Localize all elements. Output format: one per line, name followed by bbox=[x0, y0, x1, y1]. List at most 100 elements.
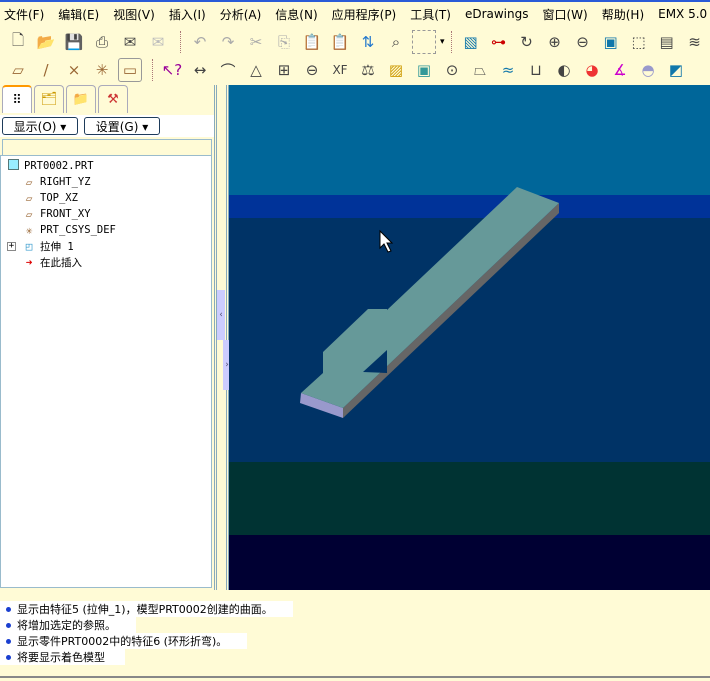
email-link-icon[interactable]: ✉ bbox=[146, 30, 170, 54]
copy-icon[interactable]: ⎘ bbox=[272, 30, 296, 54]
menu-insert[interactable]: 插入(I) bbox=[169, 6, 206, 23]
find-icon[interactable]: ⌕ bbox=[384, 30, 408, 54]
selection-dropdown-icon[interactable]: ▾ bbox=[440, 37, 445, 47]
part-icon bbox=[5, 159, 21, 173]
tree-item[interactable]: ▱ RIGHT_YZ bbox=[1, 174, 211, 190]
model-tree-icon: ⠿ bbox=[12, 92, 22, 108]
tree-item-label: 在此插入 bbox=[40, 256, 82, 269]
draft-check-icon[interactable]: ⏢ bbox=[468, 58, 492, 82]
menu-edrawings[interactable]: eDrawings bbox=[465, 7, 529, 21]
measure-angle-icon[interactable]: △ bbox=[244, 58, 268, 82]
menu-emx[interactable]: EMX 5.0 bbox=[658, 7, 707, 21]
menu-info[interactable]: 信息(N) bbox=[275, 6, 317, 23]
settings-dropdown[interactable]: 设置(G) ▾ bbox=[84, 117, 160, 135]
toolbar-separator bbox=[180, 31, 182, 53]
save-icon[interactable]: 💾 bbox=[62, 30, 86, 54]
tree-root-label: PRT0002.PRT bbox=[24, 160, 94, 172]
datum-axis-display-icon[interactable]: / bbox=[34, 58, 58, 82]
bullet-icon bbox=[6, 606, 11, 612]
xsection-mass-icon[interactable]: ▨ bbox=[384, 58, 408, 82]
dihedral-angle-icon[interactable]: ∡ bbox=[608, 58, 632, 82]
graphics-viewport[interactable] bbox=[229, 85, 710, 590]
menu-file[interactable]: 文件(F) bbox=[4, 6, 44, 23]
menu-tools[interactable]: 工具(T) bbox=[410, 6, 451, 23]
datum-point-display-icon[interactable]: × bbox=[62, 58, 86, 82]
menu-applications[interactable]: 应用程序(P) bbox=[332, 6, 397, 23]
redo-icon[interactable]: ↷ bbox=[216, 30, 240, 54]
print-icon[interactable]: ⎙ bbox=[90, 30, 114, 54]
favorites-tab[interactable]: 📁 bbox=[66, 85, 96, 113]
tree-item[interactable]: ▱ TOP_XZ bbox=[1, 190, 211, 206]
menu-edit[interactable]: 编辑(E) bbox=[58, 6, 99, 23]
paste-special-icon[interactable]: 📋 bbox=[328, 30, 352, 54]
pairs-clearance-icon[interactable]: ⊙ bbox=[440, 58, 464, 82]
spin-center-icon[interactable]: ⊶ bbox=[487, 30, 511, 54]
mass-properties-icon[interactable]: ⚖ bbox=[356, 58, 380, 82]
annotation-display-icon[interactable]: ▭ bbox=[118, 58, 142, 82]
datum-plane-icon: ▱ bbox=[25, 175, 33, 189]
shaded-curvature-icon[interactable]: ◐ bbox=[552, 58, 576, 82]
zoom-in-icon[interactable]: ⊕ bbox=[543, 30, 567, 54]
datum-plane-icon: ▱ bbox=[25, 191, 33, 205]
tree-root[interactable]: PRT0002.PRT bbox=[1, 158, 211, 174]
menu-help[interactable]: 帮助(H) bbox=[602, 6, 644, 23]
message-area: 显示由特征5 (拉伸_1)，模型PRT0002创建的曲面。 将增加选定的参照。 … bbox=[0, 598, 710, 678]
favorites-folder-icon: 📁 bbox=[72, 92, 90, 107]
tools-folder-icon: ⚒ bbox=[107, 92, 119, 107]
message-line: 将要显示着色模型 bbox=[0, 649, 125, 665]
refit-icon[interactable]: ▣ bbox=[599, 30, 623, 54]
menu-analysis[interactable]: 分析(A) bbox=[220, 6, 262, 23]
datum-plane-display-icon[interactable]: ▱ bbox=[6, 58, 30, 82]
model-tree: PRT0002.PRT ▱ RIGHT_YZ ▱ TOP_XZ ▱ FRONT_XY … bbox=[0, 155, 212, 588]
panel-splitter[interactable]: ‹ › bbox=[214, 85, 231, 590]
expand-icon[interactable]: + bbox=[7, 241, 16, 251]
measure-length-icon[interactable]: ⌒ bbox=[216, 58, 240, 82]
show-dropdown[interactable]: 显示(O) ▾ bbox=[2, 117, 78, 135]
menu-view[interactable]: 视图(V) bbox=[113, 6, 155, 23]
tree-item-label: PRT_CSYS_DEF bbox=[40, 224, 116, 236]
measure-distance-icon[interactable]: ↔ bbox=[188, 58, 212, 82]
measure-area-icon[interactable]: ⊞ bbox=[272, 58, 296, 82]
regenerate-icon[interactable]: ⇅ bbox=[356, 30, 380, 54]
tree-item-label: FRONT_XY bbox=[40, 208, 91, 220]
transform-icon[interactable]: XF bbox=[328, 58, 352, 82]
collapse-left-icon[interactable]: ‹ bbox=[217, 290, 225, 340]
section-icon[interactable]: ⊔ bbox=[524, 58, 548, 82]
tree-item[interactable]: + ◰ 拉伸 1 bbox=[1, 238, 211, 254]
reorient-icon[interactable]: ⬚ bbox=[627, 30, 651, 54]
measure-diameter-icon[interactable]: ⊖ bbox=[300, 58, 324, 82]
new-file-icon[interactable]: 🗋 bbox=[6, 30, 30, 54]
repaint-icon[interactable]: ▧ bbox=[459, 30, 483, 54]
undo-icon[interactable]: ↶ bbox=[188, 30, 212, 54]
background-band bbox=[229, 195, 710, 218]
paste-icon[interactable]: 📋 bbox=[300, 30, 324, 54]
tree-item[interactable]: ✳ PRT_CSYS_DEF bbox=[1, 222, 211, 238]
selection-box-icon[interactable]: . bbox=[412, 30, 436, 54]
menu-window[interactable]: 窗口(W) bbox=[543, 6, 588, 23]
extrude-icon: ◰ bbox=[25, 239, 33, 253]
open-folder-icon[interactable]: 📂 bbox=[34, 30, 58, 54]
saved-views-icon[interactable]: ▤ bbox=[655, 30, 679, 54]
reflection-icon[interactable]: ◕ bbox=[580, 58, 604, 82]
csys-display-icon[interactable]: ✳ bbox=[90, 58, 114, 82]
connections-tab[interactable]: ⚒ bbox=[98, 85, 128, 113]
model-tree-tab[interactable]: ⠿ bbox=[2, 85, 32, 113]
email-attach-icon[interactable]: ✉ bbox=[118, 30, 142, 54]
tree-item[interactable]: ➜ 在此插入 bbox=[1, 254, 211, 270]
shaded-draft-icon[interactable]: ◓ bbox=[636, 58, 660, 82]
zoom-out-icon[interactable]: ⊖ bbox=[571, 30, 595, 54]
offset-analysis-icon[interactable]: ◩ bbox=[664, 58, 688, 82]
layers-icon[interactable]: ≋ bbox=[683, 30, 707, 54]
menu-bar: 文件(F) 编辑(E) 视图(V) 插入(I) 分析(A) 信息(N) 应用程序… bbox=[0, 0, 710, 26]
message-text: 显示由特征5 (拉伸_1)，模型PRT0002创建的曲面。 bbox=[17, 603, 273, 616]
orient-mode-icon[interactable]: ↻ bbox=[515, 30, 539, 54]
cut-icon[interactable]: ✂ bbox=[244, 30, 268, 54]
folder-browser-tab[interactable]: 🗂 bbox=[34, 85, 64, 113]
model-canvas[interactable] bbox=[229, 85, 710, 590]
curvature-icon[interactable]: ≈ bbox=[496, 58, 520, 82]
bullet-icon bbox=[6, 622, 11, 628]
one-sided-volume-icon[interactable]: ▣ bbox=[412, 58, 436, 82]
tree-item[interactable]: ▱ FRONT_XY bbox=[1, 206, 211, 222]
context-help-icon[interactable]: ↖? bbox=[160, 58, 184, 82]
bullet-icon bbox=[6, 638, 11, 644]
